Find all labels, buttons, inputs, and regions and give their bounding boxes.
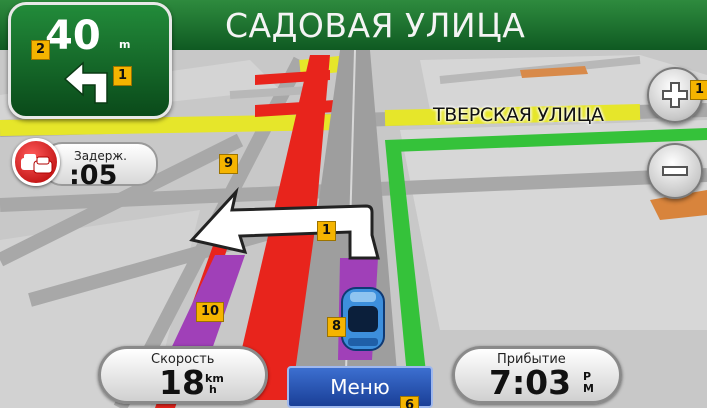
arrival-unit-bottom: M: [583, 382, 594, 395]
callout-marker: 2: [31, 40, 51, 60]
callout-marker: 9: [219, 154, 239, 174]
cross-street-label: ТВЕРСКАЯ УЛИЦА: [433, 104, 604, 126]
arrival-unit-top: P: [583, 370, 592, 383]
speed-unit-bottom: h: [209, 383, 217, 396]
traffic-delay-value: :05: [69, 160, 118, 191]
callout-marker: 1: [690, 80, 707, 100]
arrival-value: 7:03: [489, 363, 572, 402]
minus-icon: [662, 166, 688, 176]
speed-value: 18: [159, 363, 205, 402]
traffic-cars-icon: [12, 138, 60, 186]
next-turn-panel[interactable]: 40 m: [8, 2, 172, 119]
plus-icon: [662, 82, 688, 108]
callout-marker: 6: [400, 396, 420, 408]
callout-marker: 1: [113, 66, 133, 86]
callout-marker: 1: [317, 221, 337, 241]
turn-left-icon: [63, 61, 108, 104]
arrival-time-field[interactable]: Прибытие 7:03 P M: [452, 346, 622, 404]
zoom-out-button[interactable]: [647, 143, 703, 199]
speed-field[interactable]: Скорость 18 km h: [98, 346, 268, 404]
turn-distance-unit: m: [119, 38, 131, 51]
callout-marker: 10: [196, 302, 225, 322]
traffic-delay-badge[interactable]: Задерж. :05: [12, 138, 158, 191]
current-street-name: САДОВАЯ УЛИЦА: [225, 6, 526, 45]
callout-marker: 8: [327, 317, 347, 337]
turn-distance: 40: [45, 13, 101, 59]
navigation-screen: САДОВАЯ УЛИЦА 40 m Задерж. :05 ТВЕРСКАЯ …: [0, 0, 707, 408]
